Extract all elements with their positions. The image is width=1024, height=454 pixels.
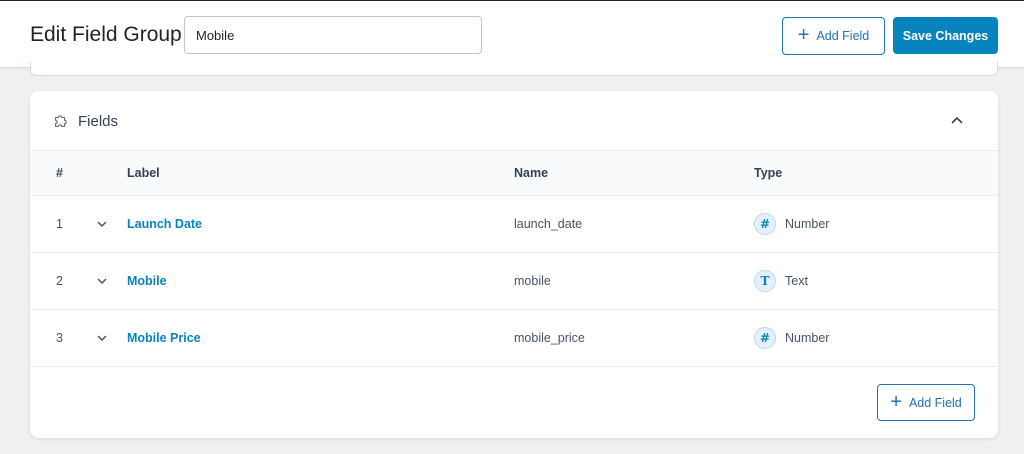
- row-number: 2: [56, 274, 63, 288]
- add-field-label: Add Field: [816, 29, 870, 43]
- number-type-icon: #: [754, 213, 776, 235]
- save-changes-button[interactable]: Save Changes: [893, 17, 998, 54]
- field-type-label: Number: [785, 331, 830, 345]
- top-bar: Edit Field Group + Add Field Save Change…: [0, 0, 1024, 68]
- fields-table-header: # Label Name Type: [30, 151, 998, 196]
- footer-add-field-button[interactable]: + Add Field: [877, 384, 975, 421]
- field-name: launch_date: [514, 217, 583, 231]
- page-title: Edit Field Group: [30, 23, 182, 46]
- table-row[interactable]: 2 Mobile mobile T Text: [30, 253, 998, 310]
- chevron-down-icon: [97, 335, 107, 341]
- fields-panel-title: Fields: [78, 113, 119, 130]
- column-label: Label: [127, 166, 160, 180]
- row-toggle[interactable]: [96, 310, 110, 366]
- column-name: Name: [514, 166, 549, 180]
- puzzle-icon: [55, 115, 67, 127]
- field-label-link[interactable]: Launch Date: [127, 196, 202, 252]
- number-type-icon: #: [754, 327, 776, 349]
- fields-panel: Fields # Label Name Type 1 Launch Date l…: [30, 91, 998, 438]
- table-row[interactable]: 1 Launch Date launch_date # Number: [30, 196, 998, 253]
- field-type: T Text: [754, 253, 808, 309]
- plus-icon: +: [890, 390, 902, 413]
- plus-icon: +: [797, 24, 810, 46]
- footer-add-field-label: Add Field: [908, 395, 962, 410]
- column-number: #: [56, 166, 63, 180]
- field-type-label: Text: [785, 274, 808, 288]
- field-type-label: Number: [785, 217, 830, 231]
- field-group-title-input[interactable]: [184, 16, 482, 54]
- text-type-icon: T: [754, 270, 776, 292]
- field-name: mobile_price: [514, 331, 585, 345]
- table-row[interactable]: 3 Mobile Price mobile_price # Number: [30, 310, 998, 367]
- row-number: 3: [56, 331, 63, 345]
- row-toggle[interactable]: [96, 196, 110, 252]
- notice-strip: [30, 62, 998, 76]
- chevron-down-icon: [97, 221, 107, 227]
- field-type: # Number: [754, 196, 829, 252]
- row-number: 1: [56, 217, 63, 231]
- chevron-down-icon: [97, 278, 107, 284]
- field-label-link[interactable]: Mobile: [127, 253, 167, 309]
- row-toggle[interactable]: [96, 253, 110, 309]
- chevron-up-icon[interactable]: [948, 111, 966, 129]
- column-type: Type: [754, 166, 783, 180]
- field-label-link[interactable]: Mobile Price: [127, 310, 201, 366]
- add-field-button[interactable]: + Add Field: [782, 17, 885, 55]
- field-type: # Number: [754, 310, 829, 366]
- field-name: mobile: [514, 274, 551, 288]
- fields-panel-header: Fields: [30, 91, 998, 151]
